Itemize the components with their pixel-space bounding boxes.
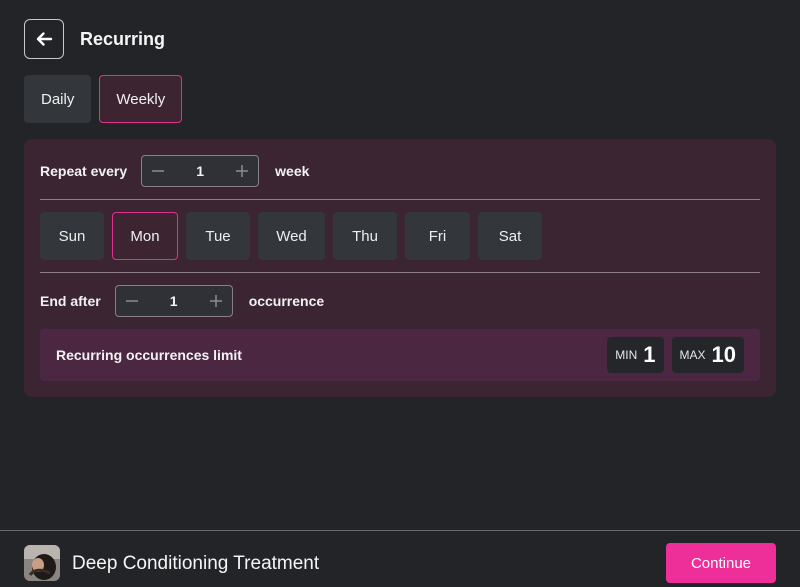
- min-label: MIN: [615, 348, 638, 362]
- max-label: MAX: [679, 348, 706, 362]
- repeat-row: Repeat every 1 week: [40, 155, 309, 187]
- divider: [40, 199, 760, 200]
- divider: [40, 272, 760, 273]
- header: Recurring: [24, 19, 165, 59]
- end-decrement-button[interactable]: [122, 291, 142, 311]
- repeat-label: Repeat every: [40, 163, 128, 179]
- end-after-unit: occurrence: [248, 293, 325, 309]
- repeat-decrement-button[interactable]: [148, 161, 168, 181]
- tab-daily[interactable]: Daily: [24, 75, 92, 123]
- page-title: Recurring: [80, 28, 166, 49]
- repeat-stepper: 1: [141, 155, 260, 187]
- recurrence-panel: Repeat every 1 week Sun Mon Tue Wed Thu …: [24, 139, 776, 397]
- repeat-unit: week: [275, 163, 310, 179]
- tab-weekly[interactable]: Weekly: [99, 75, 183, 123]
- max-value: 10: [711, 342, 736, 367]
- frequency-tabs: Daily Weekly: [24, 75, 183, 123]
- plus-icon: [236, 165, 249, 177]
- repeat-value[interactable]: 1: [196, 163, 204, 179]
- plus-icon: [209, 295, 222, 307]
- arrow-left-icon: [36, 32, 53, 46]
- day-thu[interactable]: Thu: [333, 212, 397, 260]
- end-increment-button[interactable]: [206, 291, 226, 311]
- minus-icon: [152, 170, 165, 172]
- day-mon[interactable]: Mon: [112, 212, 178, 260]
- continue-button[interactable]: Continue: [666, 543, 776, 583]
- end-after-label: End after: [40, 293, 101, 309]
- end-after-value[interactable]: 1: [170, 293, 178, 309]
- service-name: Deep Conditioning Treatment: [72, 553, 320, 574]
- max-badge: MAX 10: [671, 337, 744, 373]
- limit-label: Recurring occurrences limit: [56, 347, 242, 363]
- repeat-increment-button[interactable]: [232, 161, 252, 181]
- min-value: 1: [643, 342, 656, 367]
- day-sat[interactable]: Sat: [478, 212, 542, 260]
- day-sun[interactable]: Sun: [40, 212, 104, 260]
- footer-bar: Deep Conditioning Treatment Continue: [0, 530, 800, 587]
- min-badge: MIN 1: [607, 337, 664, 373]
- day-wed[interactable]: Wed: [258, 212, 325, 260]
- end-after-row: End after 1 occurrence: [40, 285, 324, 317]
- service-thumbnail: [24, 545, 60, 581]
- occurrences-limit-box: Recurring occurrences limit MIN 1 MAX 10: [40, 329, 760, 381]
- back-button[interactable]: [24, 19, 64, 59]
- day-fri[interactable]: Fri: [405, 212, 470, 260]
- end-after-stepper: 1: [114, 285, 233, 317]
- minus-icon: [125, 300, 138, 302]
- weekday-selector: Sun Mon Tue Wed Thu Fri Sat: [40, 212, 542, 260]
- day-tue[interactable]: Tue: [186, 212, 250, 260]
